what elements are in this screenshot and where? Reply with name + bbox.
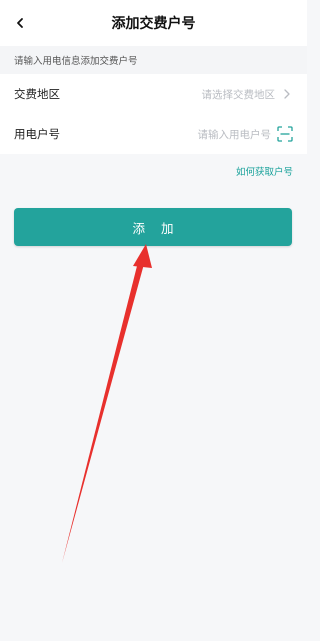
page-title: 添加交费户号 xyxy=(111,16,196,32)
region-row[interactable]: 交费地区 请选择交费地区 xyxy=(0,74,307,114)
how-to-get-account-link[interactable]: 如何获取户号 xyxy=(236,164,293,178)
account-row[interactable]: 用电户号 请输入用电户号 xyxy=(0,114,307,154)
region-placeholder: 请选择交费地区 xyxy=(201,88,276,101)
region-selector[interactable]: 请选择交费地区 xyxy=(202,87,294,102)
account-input[interactable]: 请输入用电户号 xyxy=(198,127,272,142)
chevron-right-icon xyxy=(281,88,293,100)
back-icon xyxy=(17,18,23,28)
header-bar: 添加交费户号 xyxy=(0,0,307,46)
add-button[interactable]: 添 加 xyxy=(14,208,292,246)
form-hint: 请输入用电信息添加交费户号 xyxy=(0,46,307,74)
region-label: 交费地区 xyxy=(14,87,60,101)
back-button[interactable] xyxy=(8,11,32,35)
account-label: 用电户号 xyxy=(14,127,60,141)
scan-icon[interactable] xyxy=(277,126,293,142)
account-form: 交费地区 请选择交费地区 用电户号 请输入用电户号 xyxy=(0,74,307,154)
